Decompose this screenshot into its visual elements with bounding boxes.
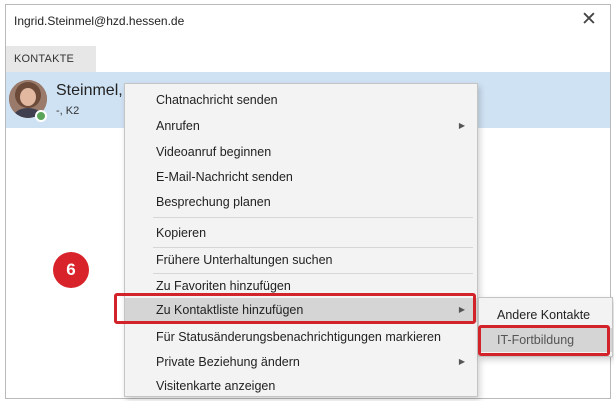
submenu-item-it-fortbildung[interactable]: IT-Fortbildung xyxy=(479,328,612,352)
tab-bar: KONTAKTE xyxy=(6,46,610,72)
menu-item-privacy-relationship[interactable]: Private Beziehung ändern ▶ xyxy=(125,350,477,374)
menu-item-label: Besprechung planen xyxy=(156,195,271,209)
menu-item-label: Für Statusänderungsbenachrichtigungen ma… xyxy=(156,330,441,344)
contact-subtitle: -, K2 xyxy=(56,105,80,117)
menu-item-add-favorites[interactable]: Zu Favoriten hinzufügen xyxy=(125,274,477,298)
menu-item-label: Zu Kontaktliste hinzufügen xyxy=(156,303,304,317)
presence-available-icon xyxy=(35,110,47,122)
submenu-arrow-icon: ▶ xyxy=(458,357,465,366)
submenu-arrow-icon: ▶ xyxy=(458,305,465,314)
menu-item-add-contact-list[interactable]: Zu Kontaktliste hinzufügen ▶ xyxy=(125,298,477,322)
menu-item-search-conversations[interactable]: Frühere Unterhaltungen suchen xyxy=(125,248,477,272)
menu-item-chat[interactable]: Chatnachricht senden xyxy=(125,88,477,112)
tab-kontakte[interactable]: KONTAKTE xyxy=(6,46,96,72)
contact-name: Steinmel, I xyxy=(56,82,132,99)
menu-item-label: Frühere Unterhaltungen suchen xyxy=(156,253,333,267)
menu-item-copy[interactable]: Kopieren xyxy=(125,221,477,245)
context-menu: Chatnachricht senden Anrufen ▶ Videoanruf… xyxy=(124,83,478,397)
submenu-item-other-contacts[interactable]: Andere Kontakte xyxy=(479,303,612,327)
contact-list-submenu: Andere Kontakte IT-Fortbildung xyxy=(478,297,613,357)
menu-item-label: E-Mail-Nachricht senden xyxy=(156,170,293,184)
menu-item-label: Chatnachricht senden xyxy=(156,93,278,107)
menu-item-label: Visitenkarte anzeigen xyxy=(156,379,276,393)
menu-item-label: Videoanruf beginnen xyxy=(156,145,272,159)
menu-item-label: Kopieren xyxy=(156,226,207,240)
menu-separator xyxy=(153,217,473,218)
menu-item-label: Anrufen xyxy=(156,119,200,133)
menu-item-label: Zu Favoriten hinzufügen xyxy=(156,279,291,293)
submenu-arrow-icon: ▶ xyxy=(458,121,465,130)
step-badge: 6 xyxy=(53,252,89,288)
menu-item-call[interactable]: Anrufen ▶ xyxy=(125,114,477,138)
menu-item-schedule-meeting[interactable]: Besprechung planen xyxy=(125,190,477,214)
menu-item-email[interactable]: E-Mail-Nachricht senden xyxy=(125,165,477,189)
menu-item-video-call[interactable]: Videoanruf beginnen xyxy=(125,140,477,164)
menu-item-view-contact-card[interactable]: Visitenkarte anzeigen xyxy=(125,374,477,398)
submenu-item-label: Andere Kontakte xyxy=(497,308,591,322)
submenu-item-label: IT-Fortbildung xyxy=(497,333,575,347)
title-bar: Ingrid.Steinmel@hzd.hessen.de ✕ xyxy=(6,5,610,37)
menu-item-label: Private Beziehung ändern xyxy=(156,355,300,369)
menu-item-status-notifications[interactable]: Für Statusänderungsbenachrichtigungen ma… xyxy=(125,325,477,349)
window-title: Ingrid.Steinmel@hzd.hessen.de xyxy=(14,14,185,28)
close-icon[interactable]: ✕ xyxy=(578,8,600,32)
